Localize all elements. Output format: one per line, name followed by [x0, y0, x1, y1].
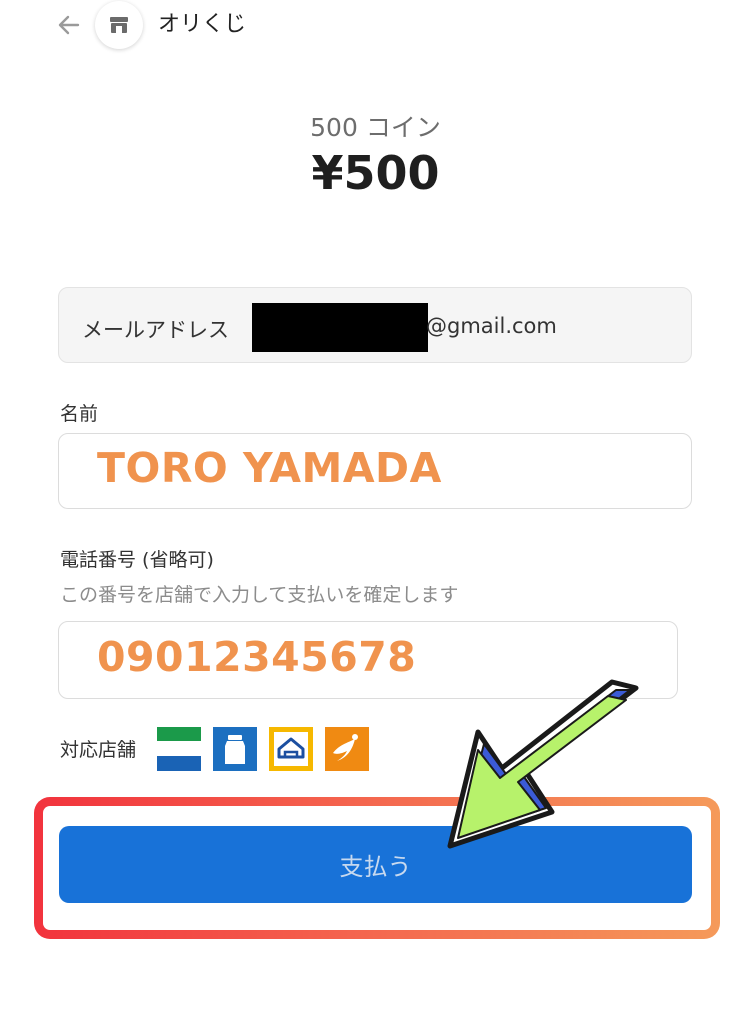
name-label: 名前: [60, 403, 99, 425]
lawson-icon: [269, 727, 313, 771]
seicomart-icon: [325, 727, 369, 771]
header-title: オリくじ: [158, 12, 247, 37]
phone-label: 電話番号 (省略可): [60, 549, 214, 571]
coin-amount-label: 500 コイン: [310, 113, 441, 142]
pointer-arrow-icon: [430, 660, 670, 860]
price-total: ¥500: [311, 146, 440, 200]
supported-stores-label: 対応店舗: [60, 739, 137, 761]
email-value-suffix: @gmail.com: [426, 314, 557, 338]
storefront-icon: [110, 17, 128, 33]
email-redaction-block: [252, 303, 428, 352]
back-arrow-icon[interactable]: [54, 10, 84, 40]
familymart-icon: [157, 727, 201, 771]
email-label: メールアドレス: [82, 318, 229, 342]
store-avatar: [95, 1, 143, 49]
ministop-icon: [213, 727, 257, 771]
phone-help-text: この番号を店舗で入力して支払いを確定します: [60, 584, 459, 606]
phone-input-value[interactable]: 09012345678: [97, 633, 416, 681]
name-input-value[interactable]: TORO YAMADA: [97, 444, 442, 492]
